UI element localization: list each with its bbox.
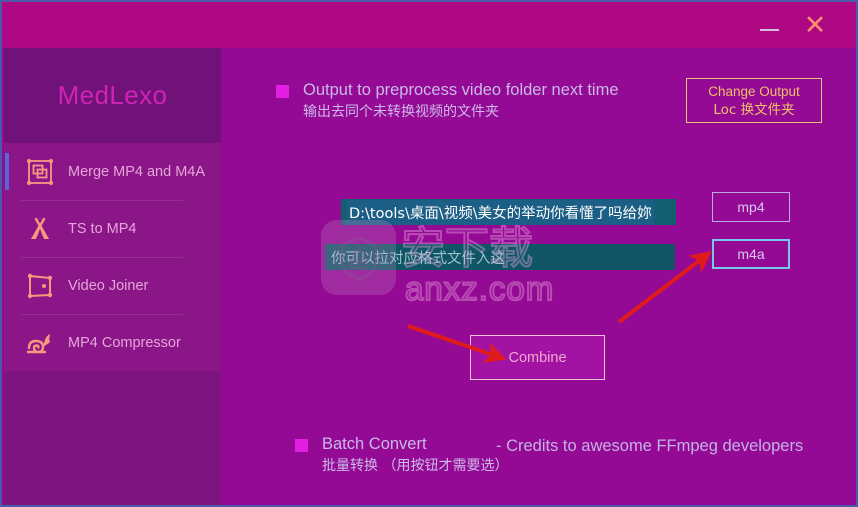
- close-icon: ✕: [803, 9, 827, 41]
- output-folder-labels: Output to preprocess video folder next t…: [303, 80, 619, 122]
- tent-icon: [21, 210, 59, 248]
- snail-icon: [21, 324, 59, 362]
- sidebar-nav-list: Merge MP4 and M4A TS to MP4 Video Joiner…: [4, 143, 221, 371]
- sidebar-item-video-joiner[interactable]: Video Joiner: [4, 257, 221, 314]
- change-output-location-button[interactable]: Change Output Loc 换文件夹: [686, 78, 822, 123]
- merge-frames-icon: [21, 153, 59, 191]
- change-output-label-line1: Change Output: [708, 83, 800, 99]
- credits-text: - Credits to awesome FFmpeg developers: [496, 437, 804, 455]
- batch-convert-checkbox[interactable]: [295, 439, 308, 452]
- main-content: Output to preprocess video folder next t…: [221, 48, 856, 505]
- watermark-text-url: anxz.com: [404, 269, 555, 308]
- sidebar-item-label: Merge MP4 and M4A: [68, 163, 206, 180]
- format-button-mp4-label: mp4: [737, 199, 765, 215]
- output-folder-label-cn: 输出去同个未转换视频的文件夹: [303, 104, 499, 120]
- sidebar-item-label: MP4 Compressor: [68, 334, 181, 351]
- app-logo: MedLexo: [57, 80, 168, 110]
- output-path-value: D:\tools\桌面\视频\美女的举动你看懂了吗给妳: [347, 199, 654, 225]
- sidebar-item-merge-mp4-and-m4a[interactable]: Merge MP4 and M4A: [4, 143, 221, 200]
- output-folder-label-en: Output to preprocess video folder next t…: [303, 81, 619, 99]
- change-output-label-line2: Loc 换文件夹: [713, 101, 795, 118]
- title-bar: ✕: [2, 2, 856, 48]
- output-folder-option-row: Output to preprocess video folder next t…: [276, 80, 619, 122]
- logo-panel: MedLexo: [4, 48, 221, 143]
- sidebar-item-mp4-compressor[interactable]: MP4 Compressor: [4, 314, 221, 371]
- sidebar-item-label: TS to MP4: [68, 220, 137, 237]
- sidebar: MedLexo Merge MP4 and M4A TS to MP4 Vide…: [4, 48, 221, 505]
- sidebar-item-label: Video Joiner: [68, 277, 149, 294]
- format-button-m4a-label: m4a: [737, 246, 765, 262]
- format-button-mp4[interactable]: mp4: [712, 192, 790, 222]
- output-path-field[interactable]: D:\tools\桌面\视频\美女的举动你看懂了吗给妳: [341, 199, 676, 225]
- format-button-m4a[interactable]: m4a: [712, 239, 790, 269]
- combine-button[interactable]: Combine: [470, 335, 605, 380]
- combine-button-label: Combine: [508, 349, 567, 366]
- batch-convert-label-en: Batch Convert: [322, 435, 427, 453]
- batch-convert-label-cn: 批量转换 （用按钮才需要选）: [322, 458, 509, 474]
- sidebar-item-ts-to-mp4[interactable]: TS to MP4: [4, 200, 221, 257]
- file-drop-placeholder: 你可以拉对应格式文件入这: [331, 250, 505, 267]
- crop-frame-icon: [21, 267, 59, 305]
- application-window: ✕ MedLexo Merge MP4 and M4A TS to MP4 Vi…: [0, 0, 858, 507]
- file-drop-field[interactable]: 你可以拉对应格式文件入这: [325, 244, 675, 270]
- output-folder-checkbox[interactable]: [276, 85, 289, 98]
- minimize-button[interactable]: [746, 3, 792, 47]
- close-button[interactable]: ✕: [792, 3, 838, 47]
- watermark: 安下载 anxz.com: [321, 220, 555, 330]
- batch-convert-option-row: Batch Convert 批量转换 （用按钮才需要选）: [295, 434, 508, 476]
- minimize-icon: [759, 29, 779, 31]
- batch-convert-labels: Batch Convert 批量转换 （用按钮才需要选）: [322, 434, 508, 476]
- sidebar-empty-area: [4, 371, 221, 505]
